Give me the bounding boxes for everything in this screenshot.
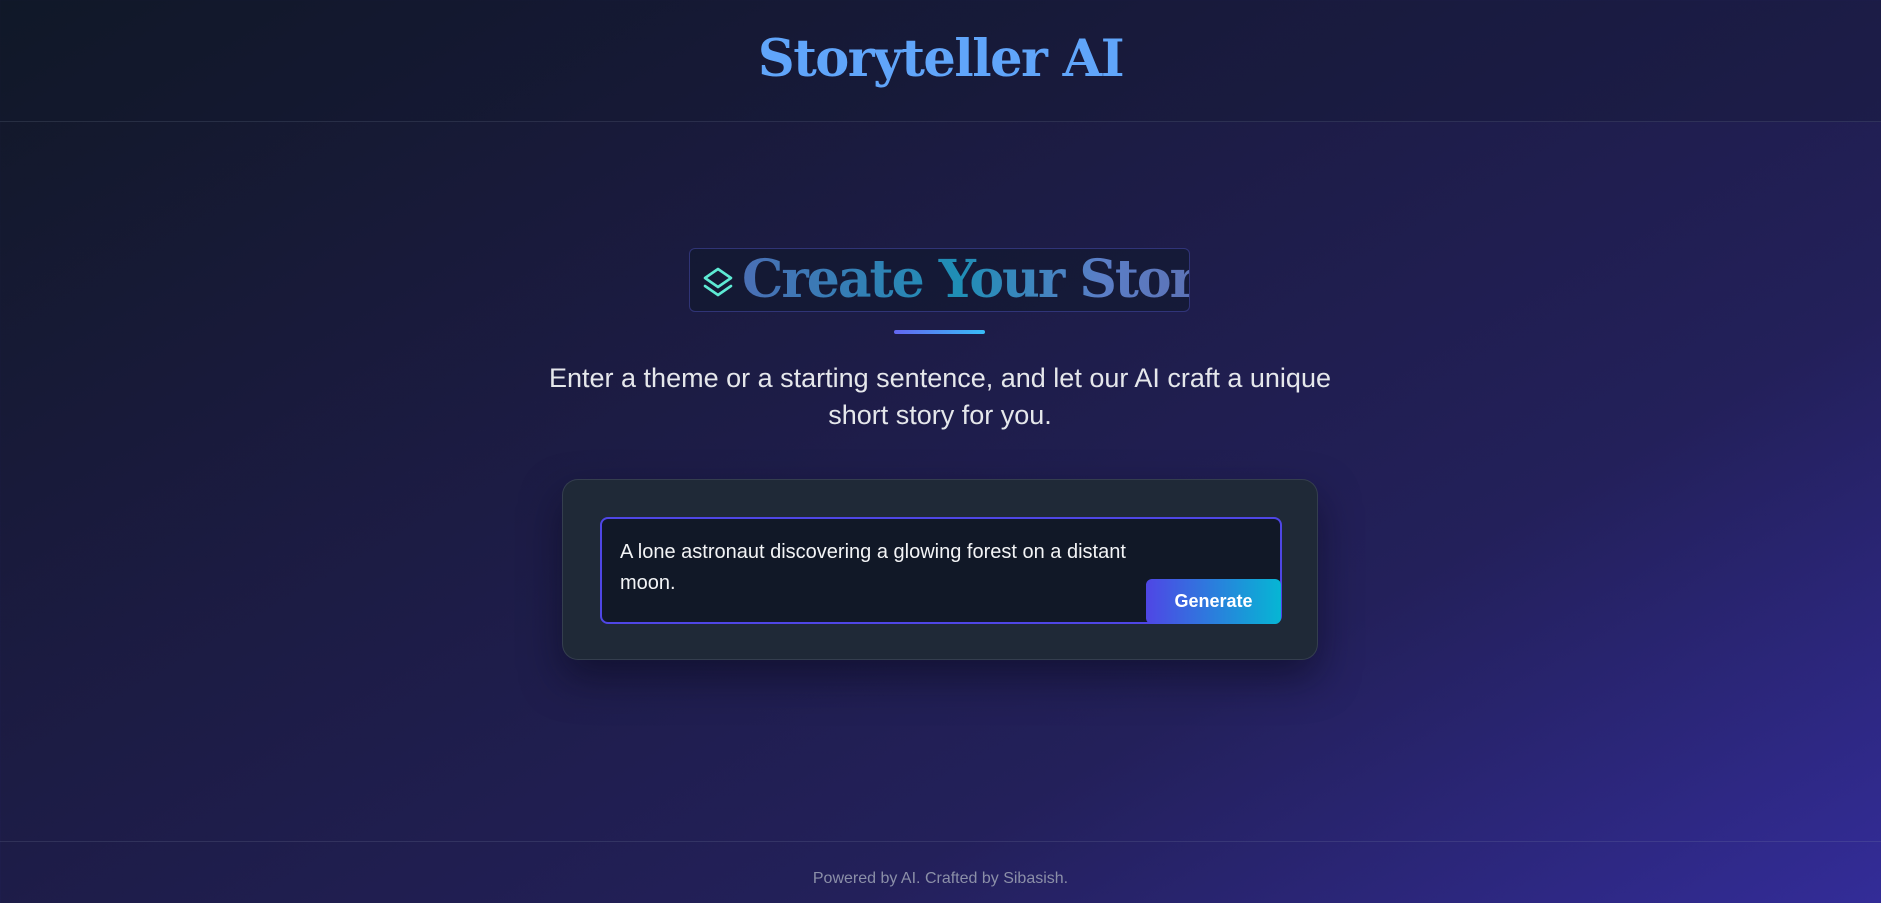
hero-title: Create Your Story xyxy=(742,249,1189,311)
layers-icon xyxy=(703,267,733,297)
story-form-card: A lone astronaut discovering a glowing f… xyxy=(562,479,1318,660)
hero-title-box: Create Your Story xyxy=(689,248,1190,312)
site-footer: Powered by AI. Crafted by Sibasish. xyxy=(0,841,1881,903)
title-underline xyxy=(894,330,985,334)
story-prompt-value[interactable]: A lone astronaut discovering a glowing f… xyxy=(620,537,1140,599)
generate-button[interactable]: Generate xyxy=(1146,579,1281,624)
site-header: Storyteller AI xyxy=(0,0,1881,122)
site-title[interactable]: Storyteller AI xyxy=(0,24,1881,94)
footer-credits: Powered by AI. Crafted by Sibasish. xyxy=(812,870,1069,887)
hero-subtitle: Enter a theme or a starting sentence, an… xyxy=(549,363,1331,430)
